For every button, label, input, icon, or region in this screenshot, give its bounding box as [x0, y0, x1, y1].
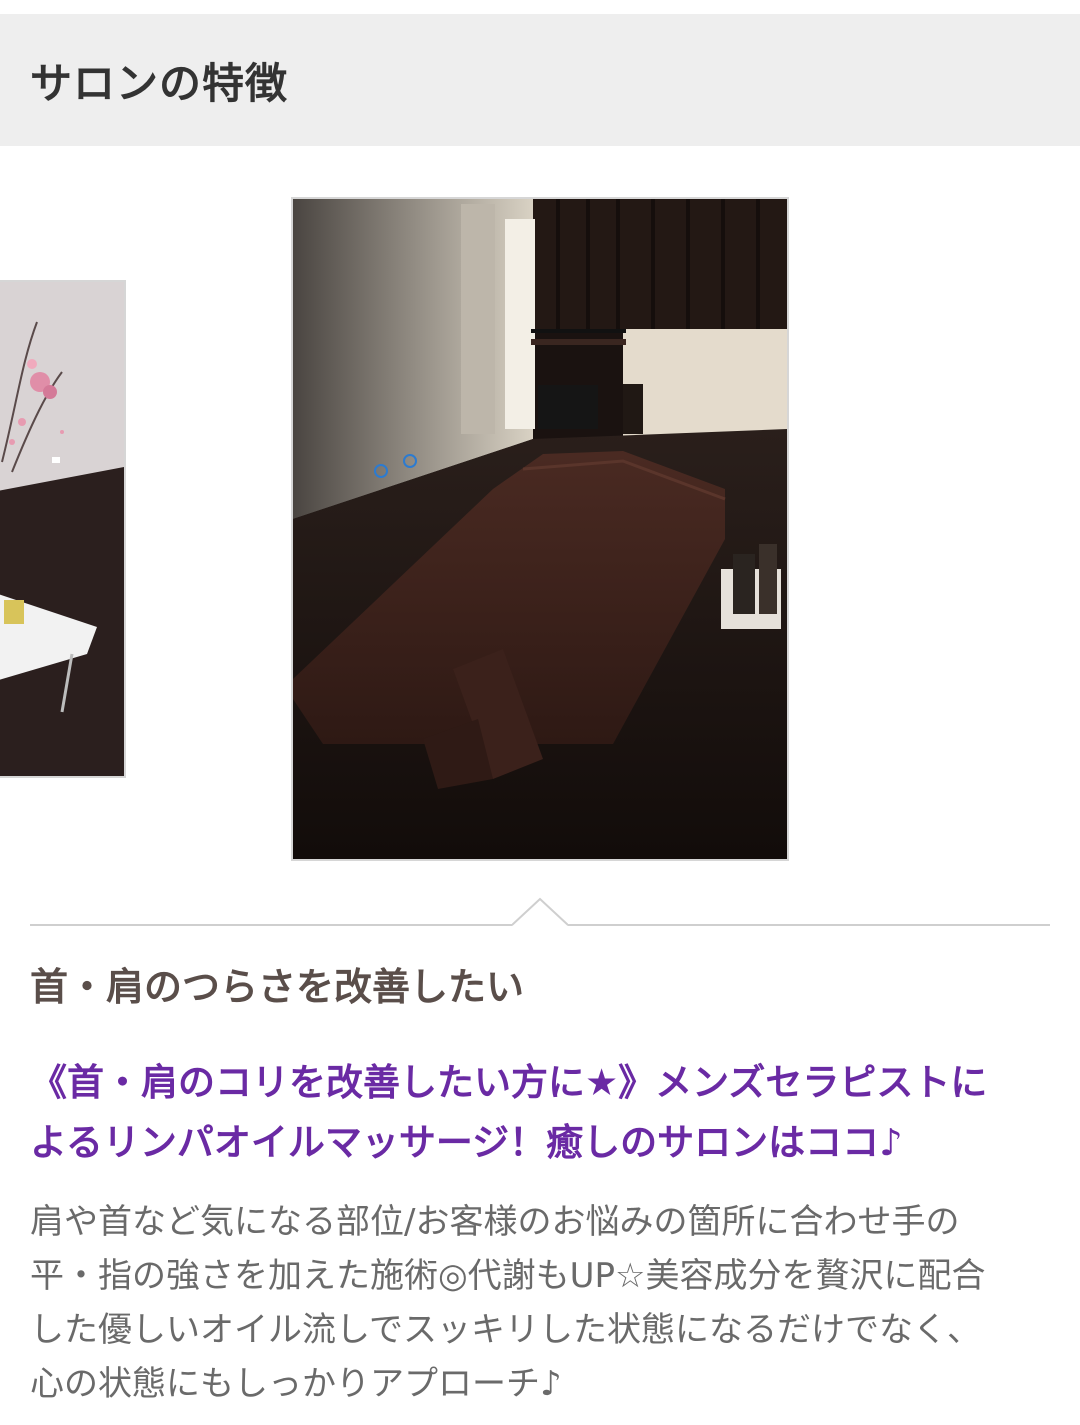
top-spacer	[0, 0, 1080, 14]
feature-description-line: 肩や首など気になる部位/お客様のお悩みの箇所に合わせ手の	[30, 1202, 960, 1242]
feature-description-line: した優しいオイル流しでスッキリした状態になるだけでなく、	[30, 1310, 981, 1350]
carousel-slide-prev[interactable]	[0, 280, 126, 778]
salon-photo-current	[293, 199, 787, 859]
slide-pointer-caret-icon	[512, 897, 568, 926]
feature-description-line: 心の状態にもしっかりアプローチ♪	[30, 1364, 562, 1404]
feature-description: 肩や首など気になる部位/お客様のお悩みの箇所に合わせ手の 平・指の強さを加えた施…	[30, 1195, 1060, 1411]
section-header: サロンの特徴	[0, 14, 1080, 146]
salon-photo-prev	[0, 282, 124, 776]
section-title: サロンの特徴	[30, 58, 289, 108]
carousel-slide-current[interactable]	[291, 197, 789, 861]
image-carousel[interactable]	[0, 146, 1080, 886]
feature-catchcopy-line: よるリンパオイルマッサージ！癒しのサロンはココ♪	[30, 1121, 903, 1164]
feature-title: 首・肩のつらさを改善したい	[30, 965, 525, 1009]
feature-catchcopy: 《首・肩のコリを改善したい方に★》メンズセラピストに よるリンパオイルマッサージ…	[30, 1053, 1060, 1173]
feature-description-line: 平・指の強さを加えた施術◎代謝もUP☆美容成分を贅沢に配合	[30, 1256, 986, 1296]
feature-catchcopy-line: 《首・肩のコリを改善したい方に★》メンズセラピストに	[30, 1061, 988, 1104]
